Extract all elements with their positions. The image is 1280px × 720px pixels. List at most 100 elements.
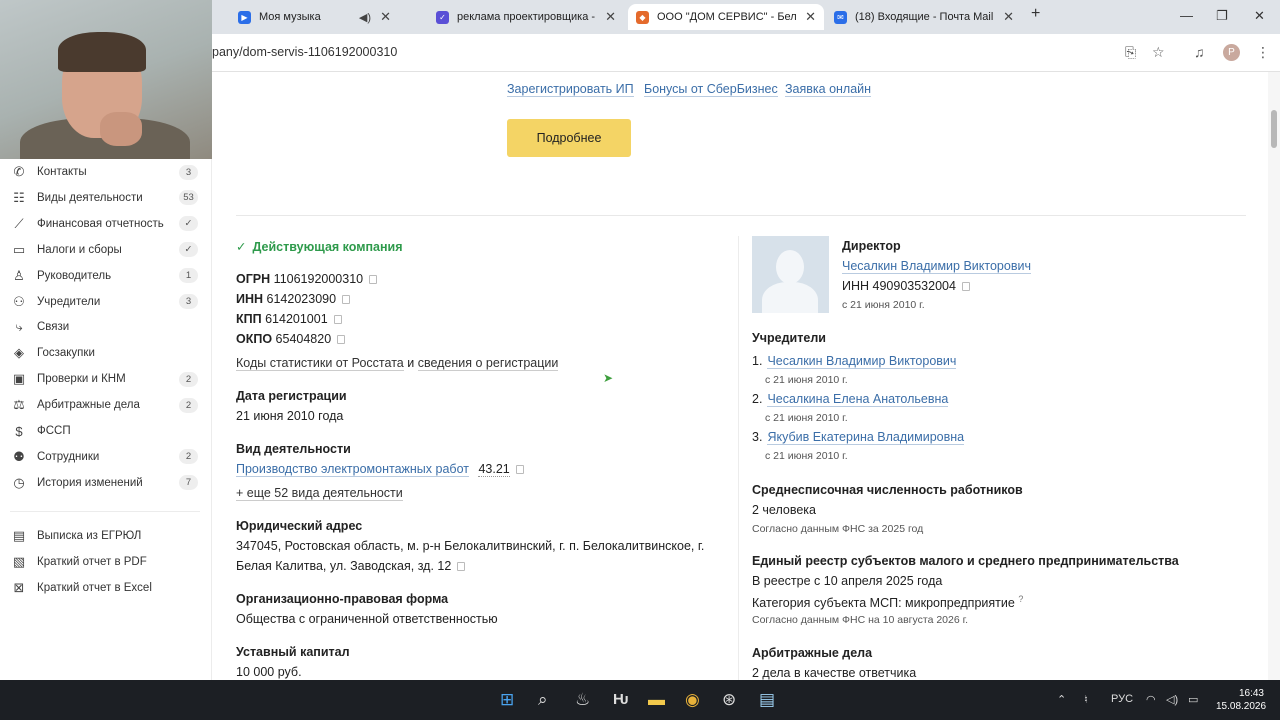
person-icon: ♙ xyxy=(13,267,25,283)
app-h-icon[interactable]: Ƕ xyxy=(613,691,629,708)
founder-number: 1. xyxy=(752,354,763,368)
founder-row: 1. Чесалкин Владимир Викторович xyxy=(752,354,957,369)
capital-value: 10 000 руб. xyxy=(236,665,302,679)
register-ip-link[interactable]: Зарегистрировать ИП xyxy=(507,82,634,97)
founders-label: Учредители xyxy=(752,331,826,345)
new-tab-icon[interactable]: + xyxy=(1031,5,1040,23)
copy-icon[interactable] xyxy=(961,282,970,292)
export-item[interactable]: ▧ Краткий отчет в PDF xyxy=(0,550,212,574)
install-app-icon[interactable]: ⎘ xyxy=(1125,44,1136,61)
rosstat-codes-link[interactable]: Коды статистики от Росстата xyxy=(236,356,404,371)
founder-name-link[interactable]: Чесалкина Елена Анатольевна xyxy=(767,392,949,407)
windows-taskbar: ⊞ ⌕ ♨ Ƕ ▬ ◉ ⊛ ▤ ⌃ ♮ РУС ◠ ◁) ▭ 16:43 15.… xyxy=(0,680,1280,720)
more-details-button[interactable]: Подробнее xyxy=(507,119,631,157)
window-close-icon[interactable]: ✕ xyxy=(1254,8,1265,24)
bookmark-star-icon[interactable]: ☆ xyxy=(1152,44,1165,61)
sidebar-item[interactable]: ⤷ Связи xyxy=(0,315,212,339)
avatar-head-shape xyxy=(776,250,804,284)
sidebar-item[interactable]: $ ФССП xyxy=(0,419,212,443)
sidebar-item[interactable]: ♙ Руководитель 1 xyxy=(0,264,212,288)
inn-row: ИНН 6142023090 xyxy=(236,292,351,306)
copy-icon[interactable] xyxy=(333,315,342,325)
language-indicator[interactable]: РУС xyxy=(1111,693,1133,705)
sidebar-count-badge: 53 xyxy=(179,190,198,206)
copy-icon[interactable] xyxy=(515,465,524,475)
battery-icon[interactable]: ▭ xyxy=(1188,693,1198,706)
sidebar-item[interactable]: ▭ Налоги и сборы ✓ xyxy=(0,238,212,262)
app-steering-icon[interactable]: ⊛ xyxy=(722,690,736,710)
tab-close-icon[interactable]: ✕ xyxy=(1003,9,1014,25)
sidebar-item-label: ФССП xyxy=(37,425,71,437)
help-icon[interactable]: ? xyxy=(1018,594,1023,604)
sidebar-item[interactable]: ⚖ Арбитражные дела 2 xyxy=(0,393,212,417)
tab-close-icon[interactable]: ✕ xyxy=(805,9,816,25)
founder-name-link[interactable]: Чесалкин Владимир Викторович xyxy=(767,354,957,369)
tab-mail[interactable]: ✉ (18) Входящие - Почта Mail ✕ xyxy=(826,4,1022,30)
tab-music[interactable]: ▶ Моя музыка ◀) ✕ xyxy=(230,4,399,30)
maximize-icon[interactable]: ❐ xyxy=(1216,8,1228,24)
employees-value: 2 человека xyxy=(752,503,817,517)
sidebar-item-label: Налоги и сборы xyxy=(37,243,122,256)
sidebar-item[interactable]: ☷ Виды деятельности 53 xyxy=(0,186,212,210)
chrome-icon[interactable]: ◉ xyxy=(685,690,700,710)
tray-expand-icon[interactable]: ⌃ xyxy=(1057,693,1066,706)
director-name-link[interactable]: Чесалкин Владимир Викторович xyxy=(842,259,1031,274)
activity-link[interactable]: Производство электромонтажных работ xyxy=(236,462,469,477)
page-scrollbar[interactable] xyxy=(1268,72,1280,680)
sidebar-count-badge: 2 xyxy=(179,449,198,465)
minimize-icon[interactable]: — xyxy=(1180,8,1193,23)
sidebar-item-label: Арбитражные дела xyxy=(37,399,140,412)
clock-date: 15.08.2026 xyxy=(1216,701,1267,712)
export-item[interactable]: ▤ Выписка из ЕГРЮЛ xyxy=(0,524,212,548)
tab-close-icon[interactable]: ✕ xyxy=(605,9,616,25)
sidebar-item[interactable]: ⚇ Учредители 3 xyxy=(0,290,212,314)
tab-company-active[interactable]: ◆ ООО "ДОМ СЕРВИС" - Белая К ✕ xyxy=(628,4,824,30)
sidebar-item-label: Учредители xyxy=(37,295,101,308)
scrollbar-thumb[interactable] xyxy=(1271,110,1277,148)
export-item[interactable]: ⊠ Краткий отчет в Excel xyxy=(0,576,212,600)
copy-icon[interactable] xyxy=(369,275,378,285)
sidebar-item-label: Виды деятельности xyxy=(37,191,143,204)
employees-note: Согласно данным ФНС за 2025 год xyxy=(752,523,924,535)
volume-icon[interactable]: ◁) xyxy=(1166,693,1178,706)
media-control-icon[interactable]: ♫ xyxy=(1194,44,1205,60)
windows-start-icon[interactable]: ⊞ xyxy=(500,690,514,710)
profile-avatar[interactable]: P xyxy=(1223,44,1240,61)
copy-icon[interactable] xyxy=(337,335,346,345)
menu-dots-icon[interactable]: ⋮ xyxy=(1256,44,1270,61)
steam-icon[interactable]: ♨ xyxy=(575,690,590,710)
history-icon: ◷ xyxy=(13,474,25,490)
more-activities-link[interactable]: + еще 52 вида деятельности xyxy=(236,486,403,501)
arbitration-label: Арбитражные дела xyxy=(752,646,873,660)
copy-icon[interactable] xyxy=(457,562,466,572)
tab-close-icon[interactable]: ✕ xyxy=(380,9,391,25)
sidebar-item[interactable]: ✆ Контакты 3 xyxy=(0,160,212,184)
microphone-icon[interactable]: ♮ xyxy=(1084,693,1088,706)
sidebar-item[interactable]: ⟋ Финансовая отчетность ✓ xyxy=(0,212,212,236)
copy-icon[interactable] xyxy=(342,295,351,305)
tab-title: Моя музыка xyxy=(259,11,321,23)
tab-ads[interactable]: ✓ реклама проектировщика - D ✕ xyxy=(428,4,624,30)
sidebar-item[interactable]: ⚉ Сотрудники 2 xyxy=(0,445,212,469)
reg-date-label: Дата регистрации xyxy=(236,389,347,403)
links-icon: ⤷ xyxy=(15,319,23,335)
search-icon[interactable]: ⌕ xyxy=(538,690,548,710)
file-explorer-icon[interactable]: ▬ xyxy=(648,690,665,710)
sber-bonus-link[interactable]: Бонусы от СберБизнес xyxy=(644,82,778,97)
sidebar-count-badge: 2 xyxy=(179,397,198,413)
registration-info-link[interactable]: сведения о регистрации xyxy=(417,356,559,371)
wifi-icon[interactable]: ◠ xyxy=(1146,693,1156,706)
sidebar-item[interactable]: ◷ История изменений 7 xyxy=(0,471,212,495)
apply-online-link[interactable]: Заявка онлайн xyxy=(785,82,872,97)
avatar-body-shape xyxy=(762,282,818,313)
notepad-icon[interactable]: ▤ xyxy=(759,690,775,710)
sidebar-item[interactable]: ◈ Госзакупки xyxy=(0,341,212,365)
sidebar-item[interactable]: ▣ Проверки и КНМ 2 xyxy=(0,367,212,391)
url-field[interactable]: pany/dom-servis-1106192000310 xyxy=(212,45,397,59)
sidebar-item-label: Сотрудники xyxy=(37,450,100,463)
founder-name-link[interactable]: Якубив Екатерина Владимировна xyxy=(767,430,965,445)
sidebar-count-badge: ✓ xyxy=(179,242,198,258)
speaker-icon[interactable]: ◀) xyxy=(359,11,371,24)
section-divider xyxy=(236,215,1246,216)
clock[interactable]: 16:43 15.08.2026 xyxy=(1216,687,1267,713)
